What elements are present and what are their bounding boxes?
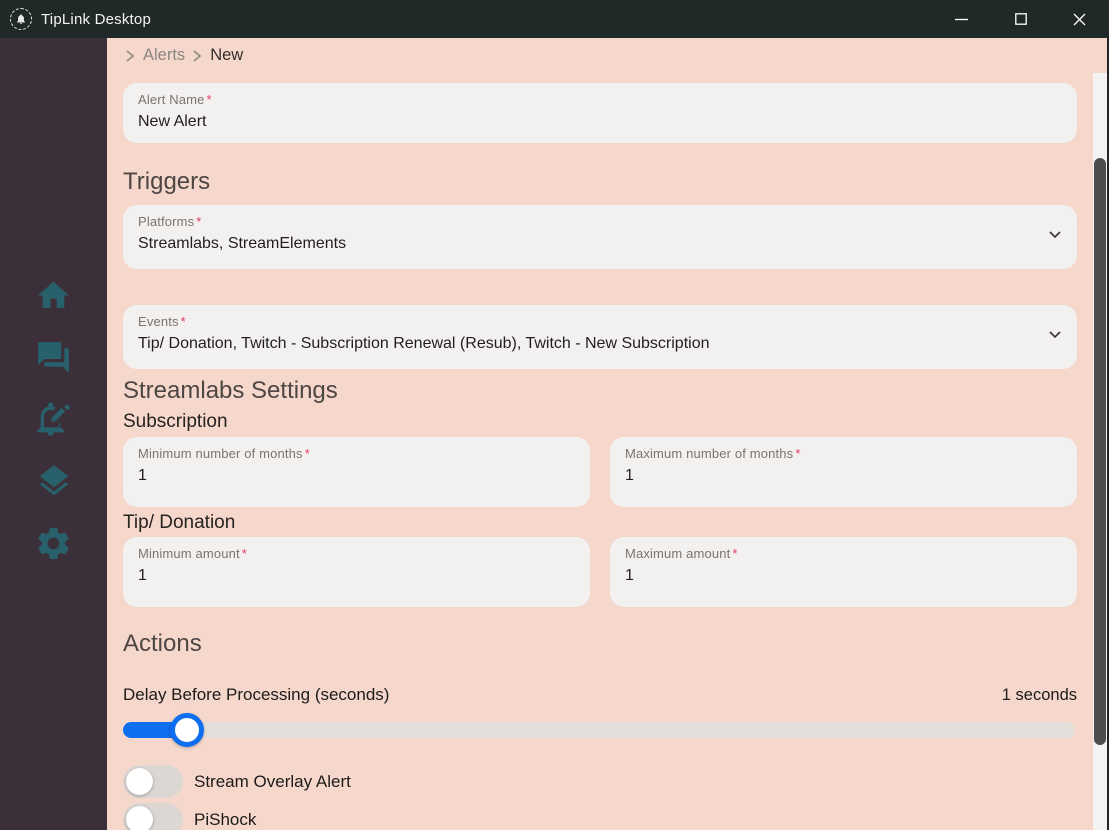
layers-icon (35, 462, 73, 500)
sidebar-item-chat[interactable] (24, 337, 84, 377)
max-amount-field[interactable]: Maximum amount * 1 (610, 537, 1077, 607)
events-value: Tip/ Donation, Twitch - Subscription Ren… (138, 335, 710, 352)
min-months-label: Minimum number of months (138, 446, 303, 461)
triggers-heading: Triggers (123, 168, 211, 195)
slider-track[interactable] (123, 722, 1075, 738)
delay-label: Delay Before Processing (seconds) (123, 685, 390, 704)
chevron-right-icon (192, 49, 203, 63)
sidebar-item-layers[interactable] (24, 461, 84, 501)
app-window: TipLink Desktop Alerts New Alert Name * … (0, 0, 1109, 830)
required-marker: * (795, 446, 801, 461)
events-label: Events (138, 314, 179, 329)
actions-heading: Actions (123, 630, 202, 657)
minimize-button[interactable] (932, 0, 991, 38)
required-marker: * (196, 214, 202, 229)
max-amount-input[interactable]: 1 (625, 567, 1062, 585)
sidebar-item-home[interactable] (24, 275, 84, 315)
close-button[interactable] (1050, 0, 1109, 38)
delay-slider[interactable] (123, 713, 1077, 747)
events-select[interactable]: Events * Tip/ Donation, Twitch - Subscrip… (123, 305, 1077, 369)
max-months-input[interactable]: 1 (625, 467, 1062, 485)
slider-thumb[interactable] (170, 713, 204, 747)
chat-icon (35, 339, 72, 376)
vertical-scrollbar[interactable] (1093, 73, 1107, 830)
home-icon (35, 277, 72, 314)
streamlabs-settings-heading: Streamlabs Settings (123, 377, 338, 404)
content-area: Alerts New Alert Name * New Alert Trigger… (107, 38, 1107, 830)
min-months-field[interactable]: Minimum number of months * 1 (123, 437, 590, 507)
max-months-label: Maximum number of months (625, 446, 794, 461)
toggle-knob (126, 768, 153, 795)
pishock-toggle[interactable] (123, 803, 183, 830)
required-marker: * (304, 446, 310, 461)
required-marker: * (241, 546, 248, 561)
min-amount-field[interactable]: Minimum amount * 1 (123, 537, 590, 607)
scrollbar-thumb[interactable] (1094, 158, 1106, 745)
stream-overlay-toggle[interactable] (123, 765, 183, 798)
alert-name-input[interactable]: New Alert (138, 113, 1062, 131)
app-logo-icon (10, 8, 32, 30)
subscription-heading: Subscription (123, 411, 228, 432)
breadcrumb: Alerts New (107, 38, 1107, 73)
alert-name-field[interactable]: Alert Name * New Alert (123, 83, 1077, 143)
window-title: TipLink Desktop (41, 10, 151, 28)
chevron-down-icon[interactable] (1045, 325, 1065, 350)
alert-form: Alert Name * New Alert Triggers Platforms… (107, 73, 1093, 830)
alert-name-label: Alert Name (138, 92, 205, 107)
edit-alert-icon (34, 399, 74, 439)
toggle-knob (126, 806, 153, 830)
tip-donation-heading: Tip/ Donation (123, 512, 236, 533)
title-bar: TipLink Desktop (0, 0, 1109, 38)
min-amount-label: Minimum amount (138, 546, 240, 561)
maximize-button[interactable] (991, 0, 1050, 38)
min-months-input[interactable]: 1 (138, 467, 575, 485)
min-amount-input[interactable]: 1 (138, 567, 575, 585)
breadcrumb-item-new: New (210, 46, 244, 64)
settings-icon (34, 524, 73, 563)
platforms-value: Streamlabs, StreamElements (138, 235, 347, 252)
required-marker: * (206, 92, 212, 107)
sidebar-item-settings[interactable] (24, 523, 84, 563)
delay-value: 1 seconds (1001, 686, 1077, 704)
sidebar-nav (0, 38, 107, 830)
required-marker: * (180, 314, 186, 329)
required-marker: * (732, 546, 738, 561)
stream-overlay-label: Stream Overlay Alert (194, 771, 351, 791)
breadcrumb-item-alerts[interactable]: Alerts (143, 46, 185, 65)
sidebar-item-alerts[interactable] (24, 399, 84, 439)
chevron-down-icon[interactable] (1045, 225, 1065, 250)
max-amount-label: Maximum amount (625, 546, 731, 561)
platforms-label: Platforms (138, 214, 195, 229)
max-months-field[interactable]: Maximum number of months * 1 (610, 437, 1077, 507)
platforms-select[interactable]: Platforms * Streamlabs, StreamElements (123, 205, 1077, 269)
chevron-right-icon (125, 49, 136, 63)
pishock-label: PiShock (194, 809, 257, 829)
